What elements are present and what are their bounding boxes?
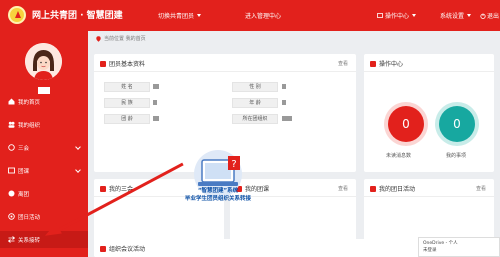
sidebar-item-label: 团日活动	[18, 214, 41, 221]
todo-count: 0	[453, 117, 461, 131]
card-title: 我的团日活动	[370, 184, 415, 193]
chevron-down-icon	[197, 14, 202, 17]
card-title-text: 操作中心	[379, 61, 404, 68]
field-value-name-redacted	[153, 84, 159, 89]
field-value-ethnicity-redacted	[153, 100, 157, 105]
sidebar-item-label: 离团	[18, 191, 30, 198]
settings-label: 系统设置	[440, 13, 465, 20]
card-title: 组织会议活动	[100, 244, 145, 253]
divider	[364, 71, 494, 72]
location-pin-icon	[96, 35, 101, 42]
divider	[364, 196, 494, 197]
power-icon	[480, 13, 486, 19]
chevron-down-icon	[412, 14, 417, 17]
pending-caption: 未读消息数	[386, 153, 412, 159]
mail-icon	[377, 13, 383, 18]
enter-management-label: 进入管理中心	[245, 13, 282, 20]
lessons-more-link[interactable]: 查看	[338, 185, 348, 192]
user-avatar-icon	[25, 43, 62, 80]
card-title-marker-icon	[100, 185, 106, 192]
field-label-org: 所在团组织	[232, 114, 278, 124]
ops-center-label: 操作中心	[385, 13, 410, 20]
promo-line-2: 毕业学生团员组织关系转接	[184, 196, 251, 202]
leave-icon	[8, 190, 15, 197]
onedrive-line-2: 未登录	[423, 248, 437, 253]
chevron-down-icon	[75, 167, 81, 173]
promo-line-1: “智慧团建”系统	[197, 188, 239, 194]
switch-member-label: 切换共青团员	[158, 13, 195, 20]
svg-text:?: ?	[231, 159, 236, 170]
logout-button[interactable]: 退出	[480, 11, 499, 20]
divider	[94, 71, 356, 72]
sidebar-item-lessons[interactable]: 团课	[0, 162, 88, 179]
app-title: 网上共青团 · 智慧团建	[32, 11, 123, 21]
settings-menu[interactable]: 系统设置	[440, 11, 472, 20]
ops-center-menu[interactable]: 操作中心	[377, 11, 417, 20]
sidebar-item-label: 三会	[18, 145, 30, 152]
card-title-marker-icon	[100, 245, 106, 252]
field-label-name: 姓 名	[104, 82, 150, 92]
card-title: 团员基本资料	[100, 59, 145, 68]
field-value-age-redacted	[282, 100, 286, 105]
home-icon	[8, 98, 15, 105]
field-label-gender: 性 别	[232, 82, 278, 92]
card-title-marker-icon	[370, 60, 376, 67]
sidebar-item-label: 我的首页	[18, 99, 41, 106]
youth-league-logo-icon	[8, 6, 26, 24]
transfer-icon	[8, 236, 15, 243]
sidebar-item-label: 关系接转	[18, 237, 41, 244]
activity-icon	[8, 213, 15, 220]
pending-count-circle[interactable]: 0	[388, 106, 424, 142]
main-content: 当前位置 我的首页 团员基本资料 查看 姓 名 民 族 团 龄 性 别 年 龄 …	[88, 31, 500, 257]
promo-banner[interactable]: “智慧团建”系统 毕业学生团员组织关系转接	[148, 187, 288, 203]
avatar[interactable]	[25, 43, 62, 80]
meeting-icon	[8, 144, 15, 151]
sidebar-item-home[interactable]: 我的首页	[0, 93, 88, 110]
field-label-league-age: 团 龄	[104, 114, 150, 124]
onedrive-line-1: OneDrive - 个人	[423, 241, 458, 246]
pending-count: 0	[402, 117, 410, 131]
member-info-more-link[interactable]: 查看	[338, 60, 348, 67]
lesson-icon	[8, 167, 15, 174]
field-value-org-redacted	[282, 116, 292, 121]
card-title-text: 我的团日活动	[379, 186, 416, 193]
field-label-ethnicity: 民 族	[104, 98, 150, 108]
card-title-text: 组织会议活动	[109, 246, 146, 253]
chevron-down-icon	[467, 14, 472, 17]
enter-management-link[interactable]: 进入管理中心	[245, 11, 281, 20]
sidebar-item-label: 我的组织	[18, 122, 41, 129]
chevron-down-icon	[75, 144, 81, 150]
todo-count-circle[interactable]: 0	[439, 106, 475, 142]
field-label-age: 年 龄	[232, 98, 278, 108]
activities-more-link[interactable]: 查看	[476, 185, 486, 192]
todo-caption: 我的事项	[446, 153, 467, 159]
top-bar: 网上共青团 · 智慧团建 切换共青团员 进入管理中心 操作中心 系统设置 退出	[0, 0, 500, 31]
card-title-marker-icon	[100, 60, 106, 67]
logout-label: 退出	[487, 13, 500, 20]
card-title-marker-icon	[370, 185, 376, 192]
switch-member-menu[interactable]: 切换共青团员	[158, 11, 202, 20]
sidebar-item-leave[interactable]: 离团	[0, 185, 88, 202]
onedrive-notification[interactable]: OneDrive - 个人 未登录	[418, 237, 500, 257]
sidebar-item-label: 团课	[18, 168, 30, 175]
breadcrumb-text: 当前位置 我的首页	[104, 36, 146, 42]
field-value-league-age-redacted	[153, 116, 159, 121]
breadcrumb: 当前位置 我的首页	[96, 35, 146, 42]
ops-center-card: 操作中心 0 0 未读消息数 我的事项	[364, 54, 494, 172]
sidebar-item-my-org[interactable]: 我的组织	[0, 116, 88, 133]
sidebar-item-three-meetings[interactable]: 三会	[0, 139, 88, 156]
card-title-text: 团员基本资料	[109, 61, 146, 68]
field-value-gender-redacted	[282, 84, 286, 89]
group-icon	[8, 121, 15, 128]
card-title: 操作中心	[370, 59, 403, 68]
